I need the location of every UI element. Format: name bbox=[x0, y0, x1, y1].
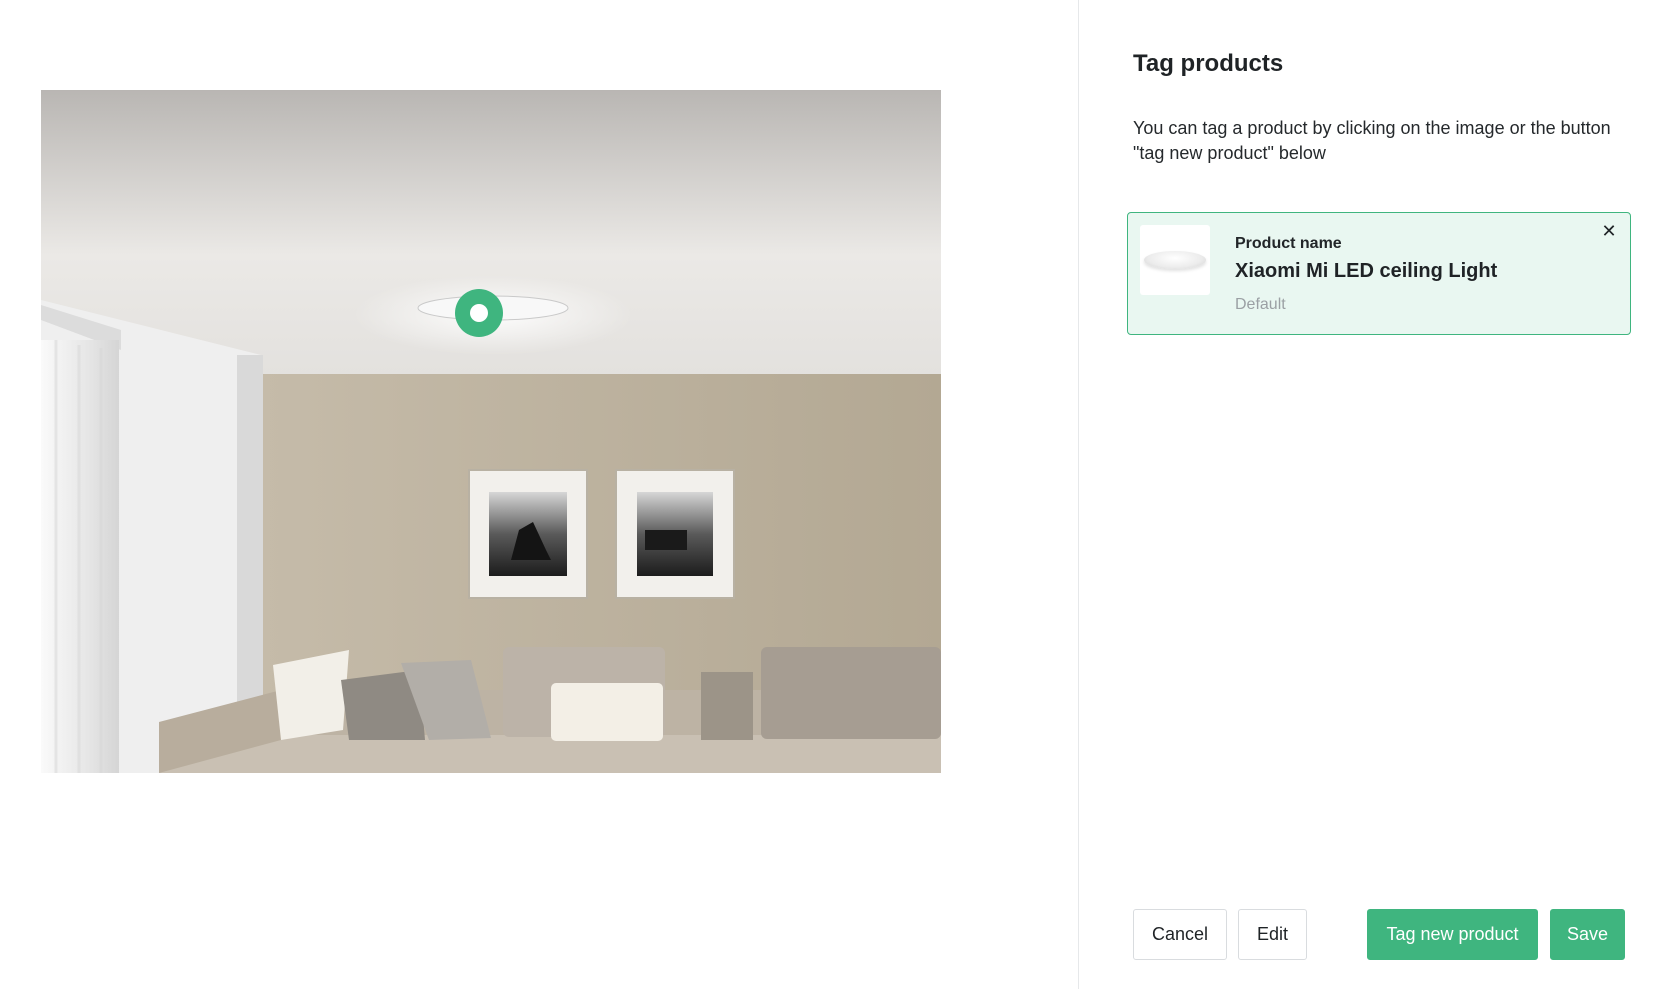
product-thumbnail bbox=[1140, 225, 1210, 295]
room-image[interactable] bbox=[41, 90, 941, 773]
product-name: Xiaomi Mi LED ceiling Light bbox=[1235, 260, 1498, 282]
panel-title: Tag products bbox=[1133, 50, 1284, 77]
image-pane bbox=[0, 0, 1078, 989]
close-icon[interactable]: ✕ bbox=[1598, 220, 1620, 242]
tag-new-product-button[interactable]: Tag new product bbox=[1367, 909, 1538, 960]
room-photo bbox=[41, 90, 941, 773]
product-tag-marker[interactable] bbox=[455, 289, 503, 337]
panel-help-text: You can tag a product by clicking on the… bbox=[1133, 118, 1611, 163]
save-button[interactable]: Save bbox=[1550, 909, 1625, 960]
marker-dot bbox=[470, 304, 488, 322]
tag-panel: Tag products You can tag a product by cl… bbox=[1079, 0, 1679, 989]
edit-button[interactable]: Edit bbox=[1238, 909, 1307, 960]
cancel-button[interactable]: Cancel bbox=[1133, 909, 1227, 960]
product-variant: Default bbox=[1235, 296, 1286, 313]
ceiling-light-image bbox=[1144, 251, 1206, 269]
tagged-product-card[interactable]: Product name Xiaomi Mi LED ceiling Light… bbox=[1127, 212, 1631, 335]
product-name-label: Product name bbox=[1235, 235, 1342, 252]
